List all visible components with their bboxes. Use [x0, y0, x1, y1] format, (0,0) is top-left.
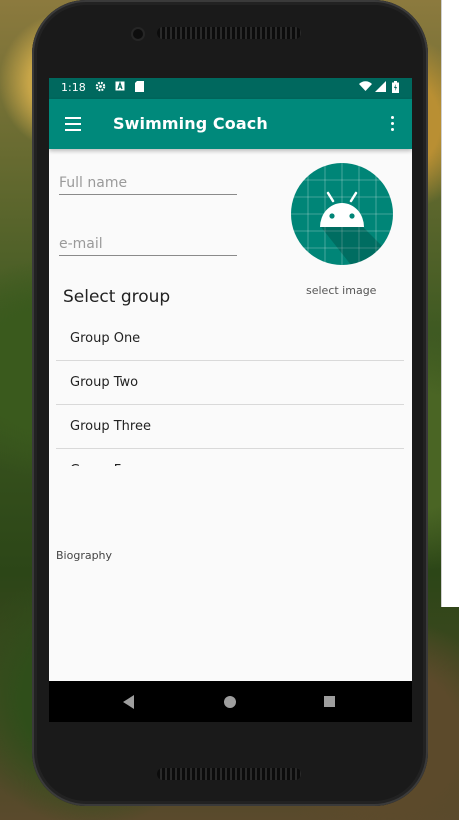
select-image-label: select image [306, 284, 377, 297]
navigation-bar [49, 681, 412, 722]
front-camera [133, 29, 143, 39]
back-icon[interactable] [123, 695, 134, 709]
overflow-menu-icon[interactable] [389, 115, 395, 133]
app-title: Swimming Coach [113, 114, 268, 133]
background-window [441, 0, 459, 607]
battery-icon [392, 81, 399, 98]
group-item[interactable]: Group Two [56, 361, 404, 405]
top-speaker [157, 27, 301, 39]
email-input[interactable] [59, 233, 237, 255]
wifi-icon [359, 81, 372, 97]
status-bar: 1:18 [49, 78, 412, 99]
status-time: 1:18 [61, 81, 86, 94]
group-item[interactable]: Group Four [56, 449, 404, 466]
signal-icon [375, 81, 386, 97]
group-item[interactable]: Group Three [56, 405, 404, 449]
home-icon[interactable] [224, 696, 236, 708]
recents-icon[interactable] [324, 696, 335, 707]
group-item[interactable]: Group One [56, 317, 404, 361]
full-name-input[interactable] [59, 172, 237, 194]
select-group-label: Select group [63, 287, 171, 307]
profile-image-button[interactable] [291, 163, 393, 265]
full-name-field[interactable] [59, 172, 237, 195]
settings-icon [95, 81, 106, 97]
app-bar: Swimming Coach [49, 99, 412, 149]
a-icon [115, 81, 125, 96]
phone-frame: 1:18 Swimming Coach Full name e-mail sel… [32, 0, 428, 806]
biography-label: Biography [56, 549, 113, 562]
app-screen: 1:18 Swimming Coach Full name e-mail sel… [49, 78, 412, 722]
group-list[interactable]: Group One Group Two Group Three Group Fo… [56, 317, 404, 466]
email-field[interactable] [59, 233, 237, 256]
android-icon [291, 163, 393, 265]
bottom-speaker [157, 768, 301, 780]
sd-card-icon [135, 81, 144, 97]
hamburger-menu-icon[interactable] [65, 117, 81, 131]
